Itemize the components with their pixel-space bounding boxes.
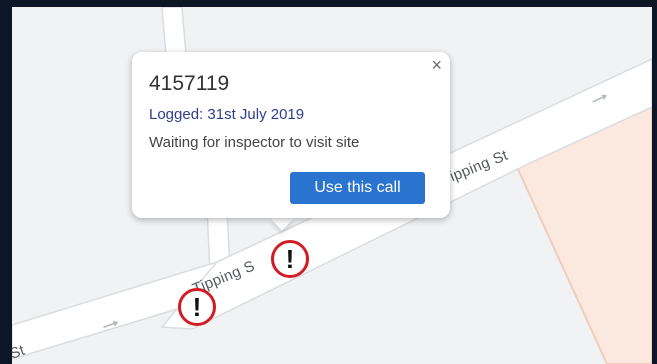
- call-info-popup: × 4157119 Logged: 31st July 2019 Waiting…: [132, 52, 450, 218]
- map-view[interactable]: Tipping St Tipping S St ! ! × 4157119 Lo…: [12, 7, 652, 364]
- exclamation-icon: !: [192, 292, 202, 322]
- logged-date: Logged: 31st July 2019: [149, 106, 305, 123]
- call-status: Waiting for inspector to visit site: [149, 134, 360, 151]
- alert-marker[interactable]: !: [271, 240, 309, 278]
- app-frame: Tipping St Tipping S St ! ! × 4157119 Lo…: [0, 0, 657, 364]
- alert-marker[interactable]: !: [178, 288, 216, 326]
- exclamation-icon: !: [285, 244, 295, 274]
- close-icon[interactable]: ×: [431, 55, 442, 75]
- use-this-call-button[interactable]: Use this call: [290, 172, 425, 204]
- call-id: 4157119: [149, 72, 230, 95]
